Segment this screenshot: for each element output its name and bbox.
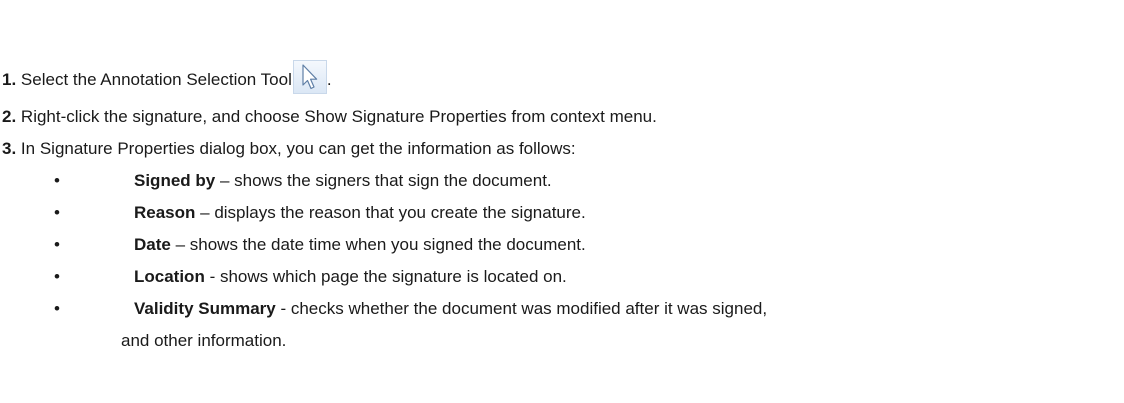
bullet-icon: •: [54, 171, 60, 190]
step-text: In Signature Properties dialog box, you …: [20, 139, 576, 158]
bullet-icon: •: [54, 235, 60, 254]
property-description: – displays the reason that you create th…: [195, 203, 586, 222]
arrow-cursor-icon: [292, 60, 327, 94]
document-page: 1. Select the Annotation Selection Tool.…: [0, 0, 1124, 403]
bullet-icon: •: [54, 203, 60, 222]
list-item: • Reason – displays the reason that you …: [0, 202, 1124, 224]
step-text: Select the Annotation Selection Tool: [20, 70, 292, 89]
property-term: Signed by: [134, 171, 216, 190]
property-description: – shows the date time when you signed th…: [170, 235, 586, 254]
step-number: 2.: [2, 107, 17, 126]
step-3: 3. In Signature Properties dialog box, y…: [2, 138, 576, 160]
list-item-text: Location - shows which page the signatur…: [134, 266, 567, 288]
list-item: • Validity Summary - checks whether the …: [0, 298, 1124, 320]
list-item: • Location - shows which page the signat…: [0, 266, 1124, 288]
property-term: Reason: [134, 203, 196, 222]
bullet-icon: •: [54, 267, 60, 286]
step-1: 1. Select the Annotation Selection Tool.: [2, 60, 332, 94]
list-item: • Signed by – shows the signers that sig…: [0, 170, 1124, 192]
property-term: Date: [134, 235, 171, 254]
property-term: Location: [134, 267, 205, 286]
list-item-text: Signed by – shows the signers that sign …: [134, 170, 552, 192]
property-description: – shows the signers that sign the docume…: [215, 171, 552, 190]
list-item-text: Validity Summary - checks whether the do…: [134, 298, 767, 320]
step-number: 1.: [2, 70, 17, 89]
list-item: • Date – shows the date time when you si…: [0, 234, 1124, 256]
property-description: - shows which page the signature is loca…: [204, 267, 567, 286]
list-item-text: Reason – displays the reason that you cr…: [134, 202, 586, 224]
list-item-text: Date – shows the date time when you sign…: [134, 234, 586, 256]
step-text: Right-click the signature, and choose Sh…: [20, 107, 657, 126]
list-item-continuation: and other information.: [121, 331, 287, 350]
property-term: Validity Summary: [134, 299, 276, 318]
property-description: - checks whether the document was modifi…: [275, 299, 768, 318]
step-2: 2. Right-click the signature, and choose…: [2, 106, 657, 128]
bullet-icon: •: [54, 299, 60, 318]
step-number: 3.: [2, 139, 17, 158]
step-suffix: .: [326, 70, 332, 89]
